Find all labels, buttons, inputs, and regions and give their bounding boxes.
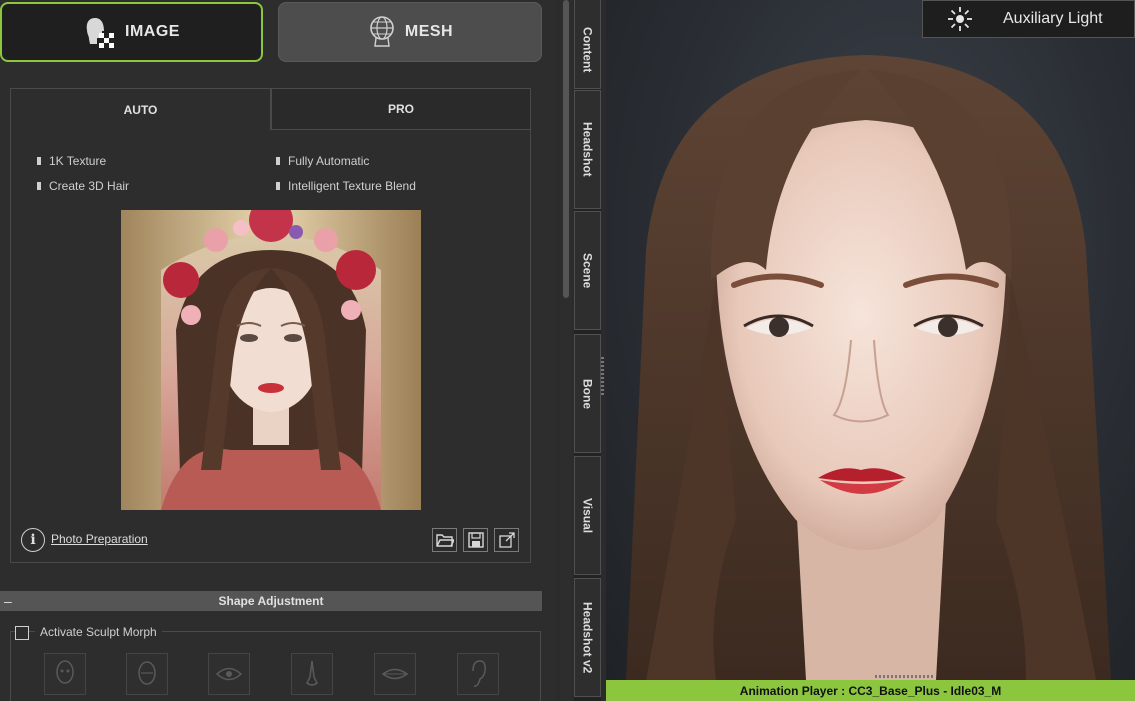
info-icon[interactable]: i [21, 528, 45, 552]
auxiliary-light-button[interactable]: Auxiliary Light [922, 0, 1135, 38]
3d-viewport[interactable] [606, 0, 1135, 680]
tab-scene[interactable]: Scene [574, 211, 601, 330]
tab-auto[interactable]: AUTO [10, 88, 271, 130]
sculpt-head-button[interactable] [44, 653, 86, 695]
feature-label: Fully Automatic [288, 154, 370, 168]
mesh-mode-label: MESH [404, 23, 454, 40]
tab-content-label: Content [580, 27, 595, 73]
sculpt-mouth-button[interactable] [374, 653, 416, 695]
character-render [626, 55, 1111, 680]
tab-scene-label: Scene [580, 252, 595, 289]
face-texture-icon [86, 18, 115, 48]
tab-headshot-label: Headshot [580, 122, 595, 177]
bullet-icon [276, 157, 280, 165]
tab-headshot[interactable]: Headshot [574, 90, 601, 209]
folder-icon [435, 534, 454, 547]
splitter-grip[interactable] [601, 355, 604, 395]
bullet-icon [37, 157, 41, 165]
tab-pro[interactable]: PRO [271, 88, 531, 130]
feature-item: Create 3D Hair [37, 179, 129, 193]
mouth-icon [381, 668, 409, 680]
animation-player-bar[interactable]: Animation Player : CC3_Base_Plus - Idle0… [606, 680, 1135, 701]
source-photo[interactable] [121, 210, 421, 510]
sculpt-ear-button[interactable] [457, 653, 499, 695]
feature-label: Create 3D Hair [49, 179, 130, 193]
open-folder-button[interactable] [432, 528, 457, 552]
shape-adjustment-header[interactable]: Shape Adjustment [0, 591, 542, 611]
export-icon [498, 532, 515, 548]
sculpt-eye-button[interactable] [208, 653, 250, 695]
tab-bone[interactable]: Bone [574, 334, 601, 453]
viewport-splitter-grip[interactable] [875, 675, 935, 678]
activate-sculpt-checkbox[interactable] [15, 626, 29, 640]
tab-auto-label: AUTO [123, 102, 158, 117]
export-button[interactable] [494, 528, 519, 552]
feature-label: Intelligent Texture Blend [288, 179, 416, 193]
tab-headshot-v2[interactable]: Headshot v2 [574, 578, 601, 697]
head-icon [56, 660, 74, 684]
image-mode-button[interactable]: IMAGE [0, 2, 263, 62]
image-mode-label: IMAGE [125, 23, 180, 40]
tab-headshot-v2-label: Headshot v2 [580, 601, 595, 674]
feature-item: 1K Texture [37, 154, 106, 168]
eye-icon [215, 667, 243, 681]
save-icon [467, 532, 484, 548]
shape-adjustment-title: Shape Adjustment [218, 594, 324, 608]
portrait-image [121, 210, 421, 510]
tab-pro-label: PRO [387, 102, 414, 116]
bullet-icon [276, 182, 280, 190]
sculpt-nose-button[interactable] [291, 653, 333, 695]
collapse-icon[interactable]: – [4, 591, 16, 611]
mesh-head-icon [370, 16, 394, 47]
activate-sculpt-label: Activate Sculpt Morph [35, 625, 162, 639]
face-icon [138, 661, 156, 685]
mesh-mode-button[interactable]: MESH [278, 2, 542, 62]
sun-icon [948, 7, 972, 31]
bullet-icon [37, 182, 41, 190]
auxiliary-light-label: Auxiliary Light [1003, 10, 1103, 27]
sculpt-face-button[interactable] [126, 653, 168, 695]
save-button[interactable] [463, 528, 488, 552]
feature-item: Fully Automatic [276, 154, 369, 168]
tab-bone-label: Bone [580, 378, 595, 409]
tab-visual[interactable]: Visual [574, 456, 601, 575]
scrollbar-thumb[interactable] [563, 0, 569, 298]
feature-item: Intelligent Texture Blend [276, 179, 416, 193]
tab-visual-label: Visual [580, 497, 595, 534]
nose-icon [306, 660, 318, 686]
photo-preparation-link[interactable]: Photo Preparation [51, 532, 148, 546]
animation-player-label: Animation Player : CC3_Base_Plus - Idle0… [739, 683, 1002, 698]
tab-content[interactable]: Content [574, 0, 601, 89]
feature-label: 1K Texture [49, 154, 107, 168]
ear-icon [472, 660, 486, 687]
